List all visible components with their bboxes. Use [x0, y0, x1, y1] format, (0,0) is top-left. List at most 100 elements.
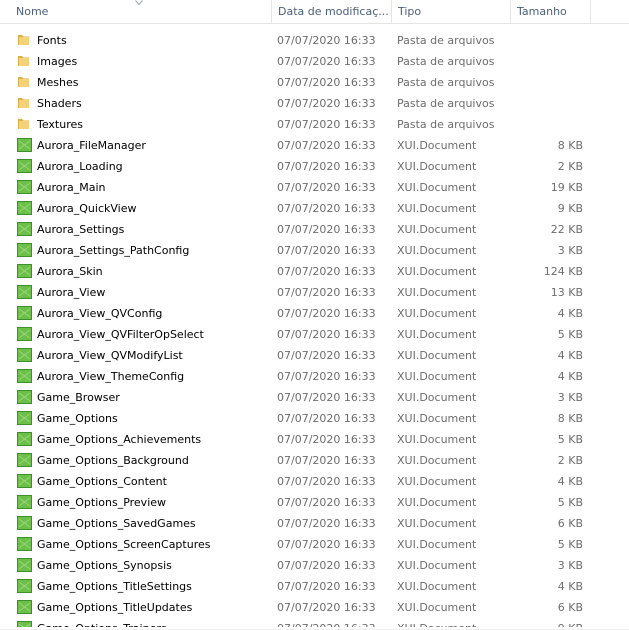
file-name: Game_Options_SavedGames	[37, 517, 196, 530]
file-type: XUI.Document	[397, 433, 477, 446]
file-row[interactable]: Game_Options_Background 07/07/2020 16:33 X…	[0, 450, 629, 471]
xui-document-icon	[17, 558, 32, 572]
file-row[interactable]: Game_Options_SavedGames 07/07/2020 16:33 X…	[0, 513, 629, 534]
file-date-modified: 07/07/2020 16:33	[277, 496, 376, 509]
file-name: Aurora_View_ThemeConfig	[37, 370, 185, 383]
file-row[interactable]: Aurora_QuickView 07/07/2020 16:33 XUI.Docu…	[0, 198, 629, 219]
file-type: XUI.Document	[397, 328, 477, 341]
file-row[interactable]: Game_Options 07/07/2020 16:33 XUI.Document…	[0, 408, 629, 429]
file-row[interactable]: Game_Options_Synopsis 07/07/2020 16:33 XUI…	[0, 555, 629, 576]
file-date-modified: 07/07/2020 16:33	[277, 328, 376, 341]
file-type: XUI.Document	[397, 223, 477, 236]
file-size: 3 KB	[557, 559, 583, 572]
file-row[interactable]: Shaders 07/07/2020 16:33 Pasta de arquivos	[0, 93, 629, 114]
file-type: XUI.Document	[397, 349, 477, 362]
file-row[interactable]: Game_Options_Trainers 07/07/2020 16:33 XUI…	[0, 618, 629, 627]
column-header-date-modified[interactable]: Data de modificaç...	[272, 0, 392, 24]
file-name: Game_Options_Achievements	[37, 433, 202, 446]
file-date-modified: 07/07/2020 16:33	[277, 223, 376, 236]
file-name: Aurora_View_QVFilterOpSelect	[37, 328, 204, 341]
column-header-type[interactable]: Tipo	[392, 0, 511, 24]
sort-ascending-icon	[135, 0, 143, 6]
xui-document-icon	[17, 306, 32, 320]
file-type: XUI.Document	[397, 370, 477, 383]
file-size: 4 KB	[557, 349, 583, 362]
file-row[interactable]: Aurora_View 07/07/2020 16:33 XUI.Document 1…	[0, 282, 629, 303]
column-header-size[interactable]: Tamanho	[511, 0, 591, 24]
file-row[interactable]: Fonts 07/07/2020 16:33 Pasta de arquivos	[0, 30, 629, 51]
file-row[interactable]: Textures 07/07/2020 16:33 Pasta de arquivo…	[0, 114, 629, 135]
file-name: Game_Options_Trainers	[37, 618, 267, 627]
file-row[interactable]: Aurora_View_QVConfig 07/07/2020 16:33 XUI.…	[0, 303, 629, 324]
file-row[interactable]: Game_Options_TitleUpdates 07/07/2020 16:3…	[0, 597, 629, 618]
file-row[interactable]: Aurora_View_QVFilterOpSelect 07/07/2020 1…	[0, 324, 629, 345]
file-type: XUI.Document	[397, 244, 477, 257]
xui-document-icon	[17, 285, 32, 299]
file-name: Aurora_Loading	[37, 160, 123, 173]
file-date-modified: 07/07/2020 16:33	[277, 34, 376, 47]
xui-document-icon	[17, 180, 32, 194]
file-size: 22 KB	[550, 223, 583, 236]
folder-icon	[18, 77, 29, 87]
file-row[interactable]: Aurora_FileManager 07/07/2020 16:33 XUI.Do…	[0, 135, 629, 156]
xui-document-icon	[17, 432, 32, 446]
xui-document-icon	[17, 537, 32, 551]
file-size: 5 KB	[557, 433, 583, 446]
file-name: Game_Options	[37, 412, 118, 425]
file-date-modified: 07/07/2020 16:33	[277, 76, 376, 89]
file-size: 5 KB	[557, 496, 583, 509]
file-type: XUI.Document	[397, 454, 477, 467]
file-type: XUI.Document	[397, 559, 477, 572]
file-row[interactable]: Meshes 07/07/2020 16:33 Pasta de arquivos	[0, 72, 629, 93]
file-type: XUI.Document	[397, 202, 477, 215]
file-row[interactable]: Game_Browser 07/07/2020 16:33 XUI.Document…	[0, 387, 629, 408]
xui-document-icon	[17, 159, 32, 173]
file-size: 8 KB	[557, 412, 583, 425]
file-row[interactable]: Images 07/07/2020 16:33 Pasta de arquivos	[0, 51, 629, 72]
file-row[interactable]: Aurora_Main 07/07/2020 16:33 XUI.Document 1…	[0, 177, 629, 198]
file-row[interactable]: Game_Options_ScreenCaptures 07/07/2020 16…	[0, 534, 629, 555]
file-type: XUI.Document	[397, 391, 477, 404]
file-row[interactable]: Game_Options_TitleSettings 07/07/2020 16:…	[0, 576, 629, 597]
file-size: 19 KB	[550, 181, 583, 194]
file-date-modified: 07/07/2020 16:33	[277, 307, 376, 320]
file-row[interactable]: Game_Options_Achievements 07/07/2020 16:3…	[0, 429, 629, 450]
file-date-modified: 07/07/2020 16:33	[277, 601, 376, 614]
file-size: 2 KB	[557, 454, 583, 467]
file-type: XUI.Document	[397, 307, 477, 320]
file-row[interactable]: Aurora_Skin 07/07/2020 16:33 XUI.Document 1…	[0, 261, 629, 282]
xui-document-icon	[17, 453, 32, 467]
folder-icon	[18, 119, 29, 129]
xui-document-icon	[17, 348, 32, 362]
file-size: 8 KB	[557, 139, 583, 152]
file-name: Game_Options_Background	[37, 454, 189, 467]
file-row[interactable]: Aurora_Settings 07/07/2020 16:33 XUI.Docum…	[0, 219, 629, 240]
file-date-modified: 07/07/2020 16:33	[277, 55, 376, 68]
file-date-modified: 07/07/2020 16:33	[277, 181, 376, 194]
file-size: 4 KB	[557, 370, 583, 383]
file-row[interactable]: Aurora_View_ThemeConfig 07/07/2020 16:33 X…	[0, 366, 629, 387]
file-date-modified: 07/07/2020 16:33	[277, 244, 376, 257]
file-name: Aurora_View_QVModifyList	[37, 349, 183, 362]
file-row[interactable]: Game_Options_Preview 07/07/2020 16:33 XUI.…	[0, 492, 629, 513]
file-name: Aurora_Skin	[37, 265, 103, 278]
file-row[interactable]: Game_Options_Content 07/07/2020 16:33 XUI.…	[0, 471, 629, 492]
file-name: Aurora_View	[37, 286, 106, 299]
file-type: Pasta de arquivos	[397, 97, 495, 110]
file-date-modified: 07/07/2020 16:33	[277, 517, 376, 530]
file-name: Aurora_Main	[37, 181, 106, 194]
file-date-modified: 07/07/2020 16:33	[277, 475, 376, 488]
file-row[interactable]: Aurora_View_QVModifyList 07/07/2020 16:33…	[0, 345, 629, 366]
file-date-modified: 07/07/2020 16:33	[277, 349, 376, 362]
file-type: XUI.Document	[397, 496, 477, 509]
file-date-modified: 07/07/2020 16:33	[277, 265, 376, 278]
file-type: Pasta de arquivos	[397, 76, 495, 89]
folder-icon	[18, 56, 29, 66]
file-size: 5 KB	[557, 328, 583, 341]
file-name: Aurora_Settings_PathConfig	[37, 244, 190, 257]
file-type: XUI.Document	[397, 181, 477, 194]
file-row[interactable]: Aurora_Loading 07/07/2020 16:33 XUI.Docume…	[0, 156, 629, 177]
file-row[interactable]: Aurora_Settings_PathConfig 07/07/2020 16:…	[0, 240, 629, 261]
file-size: 5 KB	[557, 538, 583, 551]
file-type: XUI.Document	[397, 517, 477, 530]
